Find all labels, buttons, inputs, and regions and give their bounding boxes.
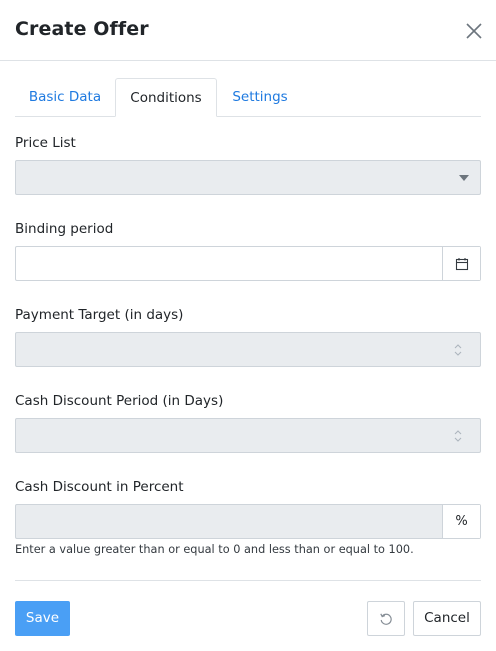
help-text: Enter a value greater than or equal to 0…: [15, 543, 414, 556]
close-icon[interactable]: [462, 19, 486, 43]
binding-period-input[interactable]: [15, 246, 481, 281]
dialog-header: Create Offer: [0, 0, 496, 61]
spinner-icon[interactable]: [453, 428, 463, 444]
price-list-label: Price List: [15, 135, 76, 151]
spinner-icon[interactable]: [453, 342, 463, 358]
footer-divider: [15, 580, 481, 581]
calendar-icon[interactable]: [442, 247, 480, 280]
payment-target-input[interactable]: [15, 332, 481, 367]
percent-addon: %: [442, 505, 480, 538]
tab-conditions[interactable]: Conditions: [115, 78, 217, 117]
tab-bar: Basic Data Conditions Settings: [15, 78, 481, 117]
save-button[interactable]: Save: [15, 601, 70, 636]
cancel-button[interactable]: Cancel: [413, 601, 481, 636]
undo-icon[interactable]: [367, 601, 405, 636]
cash-discount-period-input[interactable]: [15, 418, 481, 453]
tab-basic-data[interactable]: Basic Data: [15, 78, 115, 117]
percent-unit: %: [455, 514, 468, 529]
price-list-select[interactable]: [15, 160, 481, 195]
chevron-down-icon: [459, 175, 469, 181]
cash-discount-percent-label: Cash Discount in Percent: [15, 479, 184, 495]
payment-target-label: Payment Target (in days): [15, 307, 184, 323]
dialog-title: Create Offer: [15, 18, 149, 40]
binding-period-label: Binding period: [15, 221, 114, 237]
tab-settings[interactable]: Settings: [217, 78, 303, 117]
cash-discount-period-label: Cash Discount Period (in Days): [15, 393, 224, 409]
cash-discount-percent-input[interactable]: %: [15, 504, 481, 539]
